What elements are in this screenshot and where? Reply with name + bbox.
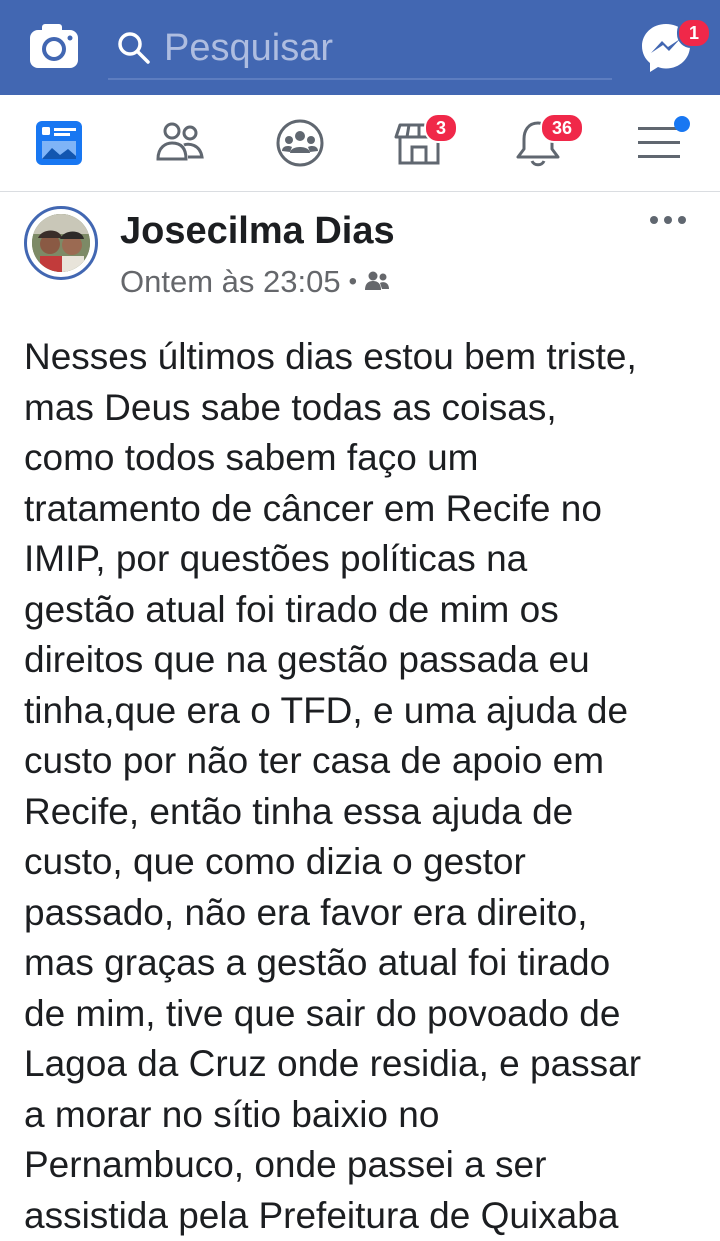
notifications-badge: 36 [540, 113, 584, 143]
meta-separator: • [349, 268, 357, 296]
post-text-line: mas Deus sabe todas as coisas, [24, 383, 704, 434]
friends-icon[interactable] [154, 119, 206, 167]
news-feed-icon[interactable] [34, 119, 86, 167]
post-text-line: como todos sabem faço um [24, 433, 704, 484]
post-meta: Ontem às 23:05 • [120, 264, 391, 300]
post-text-line: Nesses últimos dias estou bem triste, [24, 332, 704, 383]
top-bar: Pesquisar 1 [0, 0, 720, 95]
post-text-line: tratamento de câncer em Recife no [24, 484, 704, 535]
search-placeholder: Pesquisar [164, 26, 333, 70]
post-text-line: a morar no sítio baixio no [24, 1090, 704, 1141]
more-options-icon[interactable] [648, 212, 688, 228]
nav-bar: 3 36 [0, 95, 720, 192]
avatar[interactable] [24, 206, 98, 280]
post-text-line: direitos que na gestão passada eu [24, 635, 704, 686]
search-input[interactable]: Pesquisar [108, 18, 612, 80]
post-text-line: gestão atual foi tirado de mim os [24, 585, 704, 636]
avatar-photo [32, 214, 90, 272]
post-text-line: Pernambuco, onde passei a ser [24, 1140, 704, 1191]
post-author-name[interactable]: Josecilma Dias [120, 210, 395, 253]
post-text-line: custo, que como dizia o gestor [24, 837, 704, 888]
post-text-line: Lagoa da Cruz onde residia, e passar [24, 1039, 704, 1090]
post-text-line: assistida pela Prefeitura de Quixaba [24, 1191, 704, 1241]
post-text-line: tinha,que era o TFD, e uma ajuda de [24, 686, 704, 737]
post-text-line: mas graças a gestão atual foi tirado [24, 938, 704, 989]
post: Josecilma Dias Ontem às 23:05 • Nesses ú… [0, 192, 720, 1213]
groups-icon[interactable] [274, 119, 326, 167]
post-text-line: Recife, então tinha essa ajuda de [24, 787, 704, 838]
search-icon [116, 30, 152, 66]
messenger-badge: 1 [677, 18, 711, 48]
post-text-line: custo por não ter casa de apoio em [24, 736, 704, 787]
post-timestamp[interactable]: Ontem às 23:05 [120, 264, 341, 300]
friends-audience-icon[interactable] [363, 264, 391, 300]
menu-notification-dot [674, 116, 690, 132]
post-text-line: passado, não era favor era direito, [24, 888, 704, 939]
post-text-line: IMIP, por questões políticas na [24, 534, 704, 585]
post-text-line: de mim, tive que sair do povoado de [24, 989, 704, 1040]
post-text: Nesses últimos dias estou bem triste, ma… [24, 332, 704, 1241]
camera-icon[interactable] [28, 22, 80, 70]
marketplace-badge: 3 [424, 113, 458, 143]
